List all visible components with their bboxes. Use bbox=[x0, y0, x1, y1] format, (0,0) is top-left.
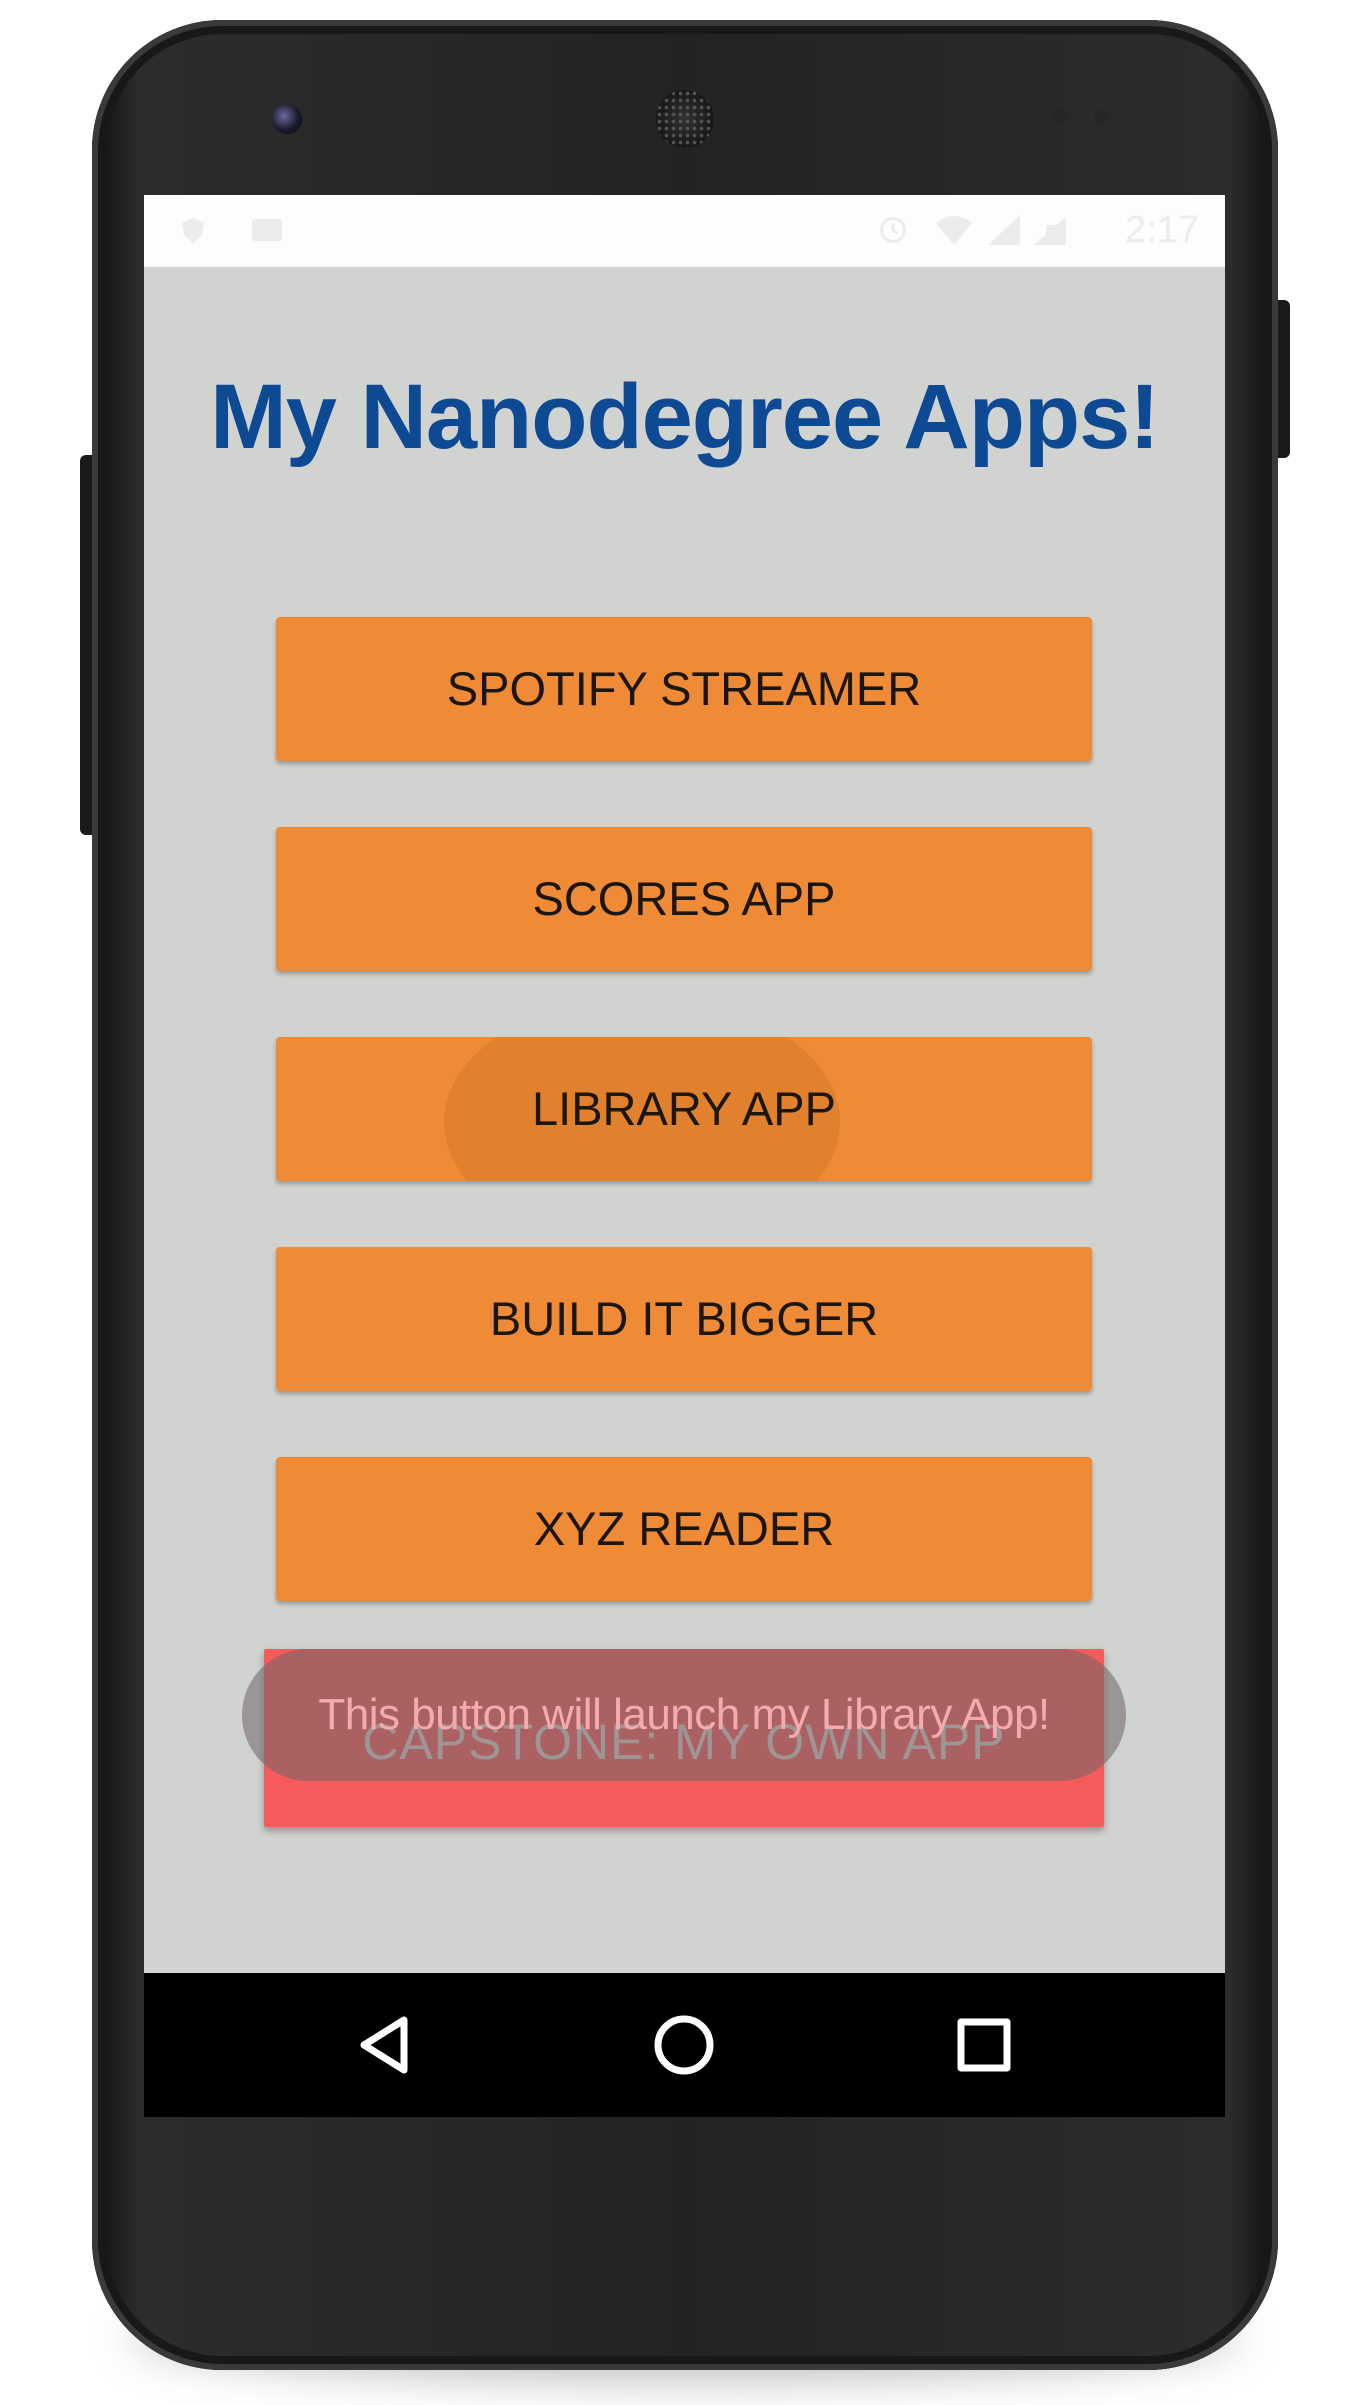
page-title: My Nanodegree Apps! bbox=[210, 366, 1160, 468]
library-app-button[interactable]: LIBRARY APP bbox=[276, 1037, 1092, 1181]
phone-screen: 2:17 My Nanodegree Apps! SPOTIFY STREAME… bbox=[144, 195, 1225, 2117]
status-time: 2:17 bbox=[1125, 209, 1199, 251]
image-icon bbox=[252, 219, 282, 241]
home-button[interactable] bbox=[634, 1995, 734, 2095]
front-camera bbox=[272, 104, 302, 134]
back-button[interactable] bbox=[334, 1995, 434, 2095]
back-icon bbox=[360, 2016, 408, 2074]
alarm-icon bbox=[879, 216, 907, 244]
signal-icon bbox=[988, 215, 1020, 245]
wifi-icon bbox=[936, 216, 972, 245]
status-bar: 2:17 bbox=[144, 195, 1225, 267]
button-label: SPOTIFY STREAMER bbox=[446, 662, 922, 715]
speaker-grille bbox=[656, 90, 714, 148]
home-icon bbox=[654, 2015, 714, 2075]
toast-message: This button will launch my Library App! bbox=[242, 1649, 1126, 1781]
button-label: BUILD IT BIGGER bbox=[489, 1292, 879, 1345]
navigation-bar bbox=[144, 1973, 1225, 2117]
notification-icon bbox=[182, 218, 204, 243]
xyz-reader-button[interactable]: XYZ READER bbox=[276, 1457, 1092, 1601]
light-sensor bbox=[1094, 110, 1108, 124]
battery-icon bbox=[1034, 217, 1066, 245]
recents-button[interactable] bbox=[934, 1995, 1034, 2095]
build-it-bigger-button[interactable]: BUILD IT BIGGER bbox=[276, 1247, 1092, 1391]
button-label: SCORES APP bbox=[532, 872, 836, 925]
button-label: XYZ READER bbox=[533, 1502, 835, 1555]
recents-icon bbox=[957, 2018, 1011, 2072]
spotify-streamer-button[interactable]: SPOTIFY STREAMER bbox=[276, 617, 1092, 761]
scores-app-button[interactable]: SCORES APP bbox=[276, 827, 1092, 971]
proximity-sensor bbox=[1052, 110, 1066, 124]
button-label: LIBRARY APP bbox=[532, 1082, 836, 1135]
